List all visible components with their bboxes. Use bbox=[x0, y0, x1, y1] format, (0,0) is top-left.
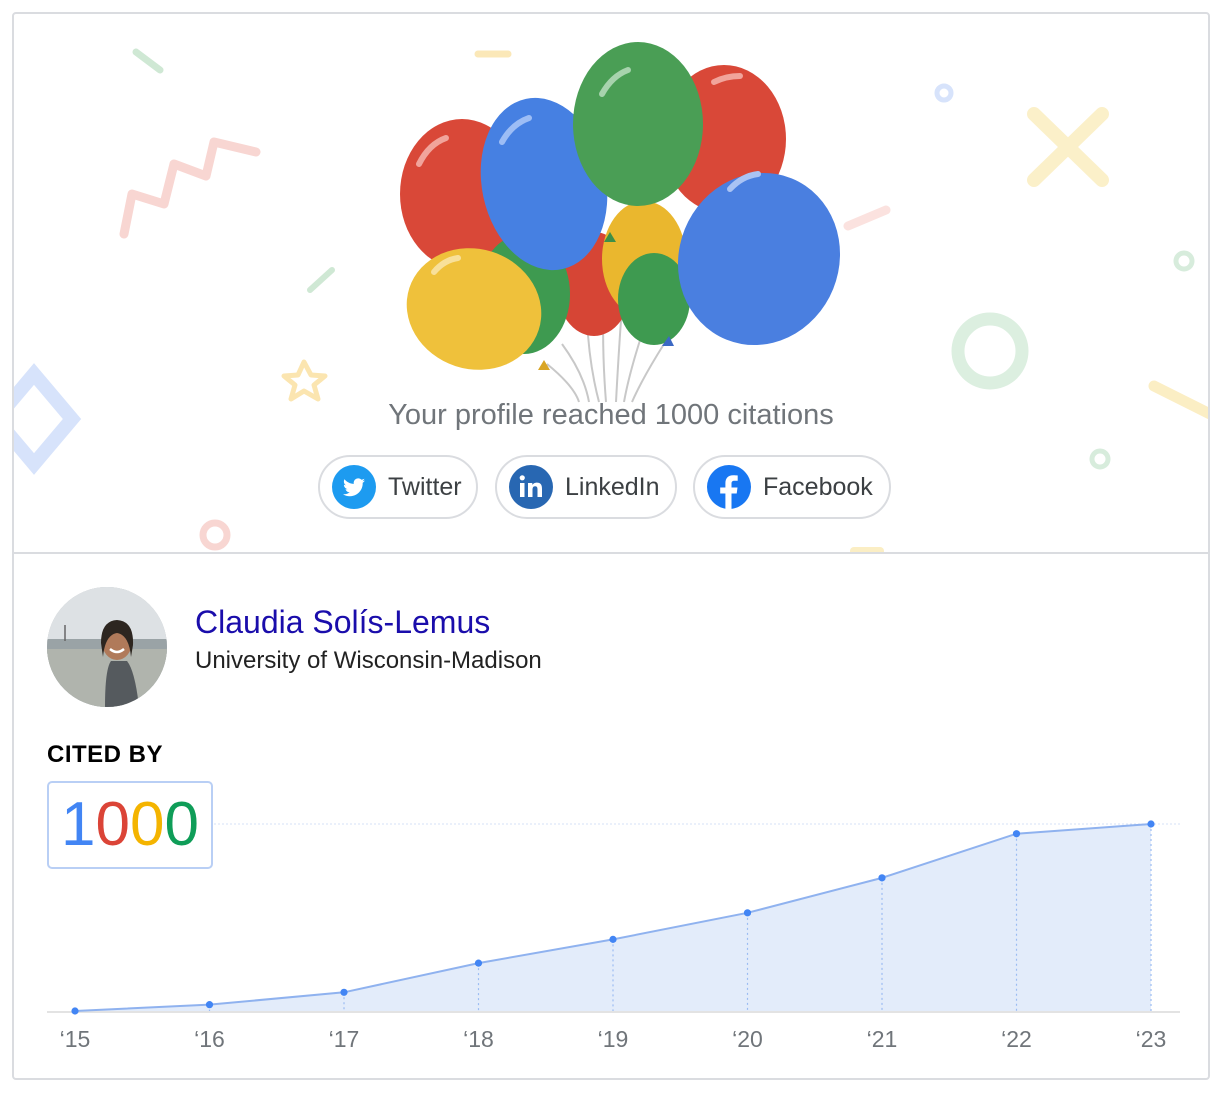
data-point bbox=[340, 988, 348, 996]
data-point bbox=[205, 1001, 214, 1009]
data-point bbox=[743, 909, 752, 917]
x-tick-label: ‘20 bbox=[732, 1026, 763, 1052]
data-point bbox=[1147, 820, 1155, 828]
linkedin-icon bbox=[509, 465, 553, 509]
data-point bbox=[878, 874, 886, 882]
twitter-icon bbox=[332, 465, 376, 509]
balloon-bunch bbox=[400, 42, 841, 370]
x-tick-label: ‘16 bbox=[194, 1026, 225, 1052]
data-point bbox=[609, 935, 617, 943]
achievement-headline: Your profile reached 1000 citations bbox=[388, 399, 834, 431]
citation-area bbox=[75, 824, 1151, 1011]
data-point bbox=[1012, 830, 1021, 838]
share-twitter-label: Twitter bbox=[388, 472, 462, 501]
share-facebook-button[interactable]: Facebook bbox=[693, 455, 891, 519]
data-point bbox=[474, 959, 483, 967]
x-tick-label: ‘18 bbox=[463, 1026, 494, 1052]
citation-chart: ‘15 ‘16 ‘17 ‘18 ‘19 ‘20 ‘21 ‘22 ‘23 bbox=[47, 820, 1180, 1052]
facebook-icon bbox=[707, 465, 751, 509]
data-point bbox=[71, 1007, 79, 1015]
share-facebook-label: Facebook bbox=[763, 472, 873, 501]
share-twitter-button[interactable]: Twitter bbox=[318, 455, 478, 519]
x-tick-label: ‘19 bbox=[598, 1026, 629, 1052]
x-tick-label: ‘22 bbox=[1001, 1026, 1032, 1052]
share-linkedin-button[interactable]: LinkedIn bbox=[495, 455, 677, 519]
achievement-card: Your profile reached 1000 citations Twit… bbox=[12, 12, 1210, 1080]
x-tick-label: ‘23 bbox=[1136, 1026, 1167, 1052]
celebration-banner: Your profile reached 1000 citations Twit… bbox=[14, 14, 1208, 552]
share-buttons: Twitter LinkedIn Facebook bbox=[14, 455, 1208, 521]
x-tick-label: ‘15 bbox=[60, 1026, 91, 1052]
x-tick-label: ‘21 bbox=[867, 1026, 898, 1052]
share-linkedin-label: LinkedIn bbox=[565, 472, 660, 501]
x-tick-label: ‘17 bbox=[329, 1026, 360, 1052]
